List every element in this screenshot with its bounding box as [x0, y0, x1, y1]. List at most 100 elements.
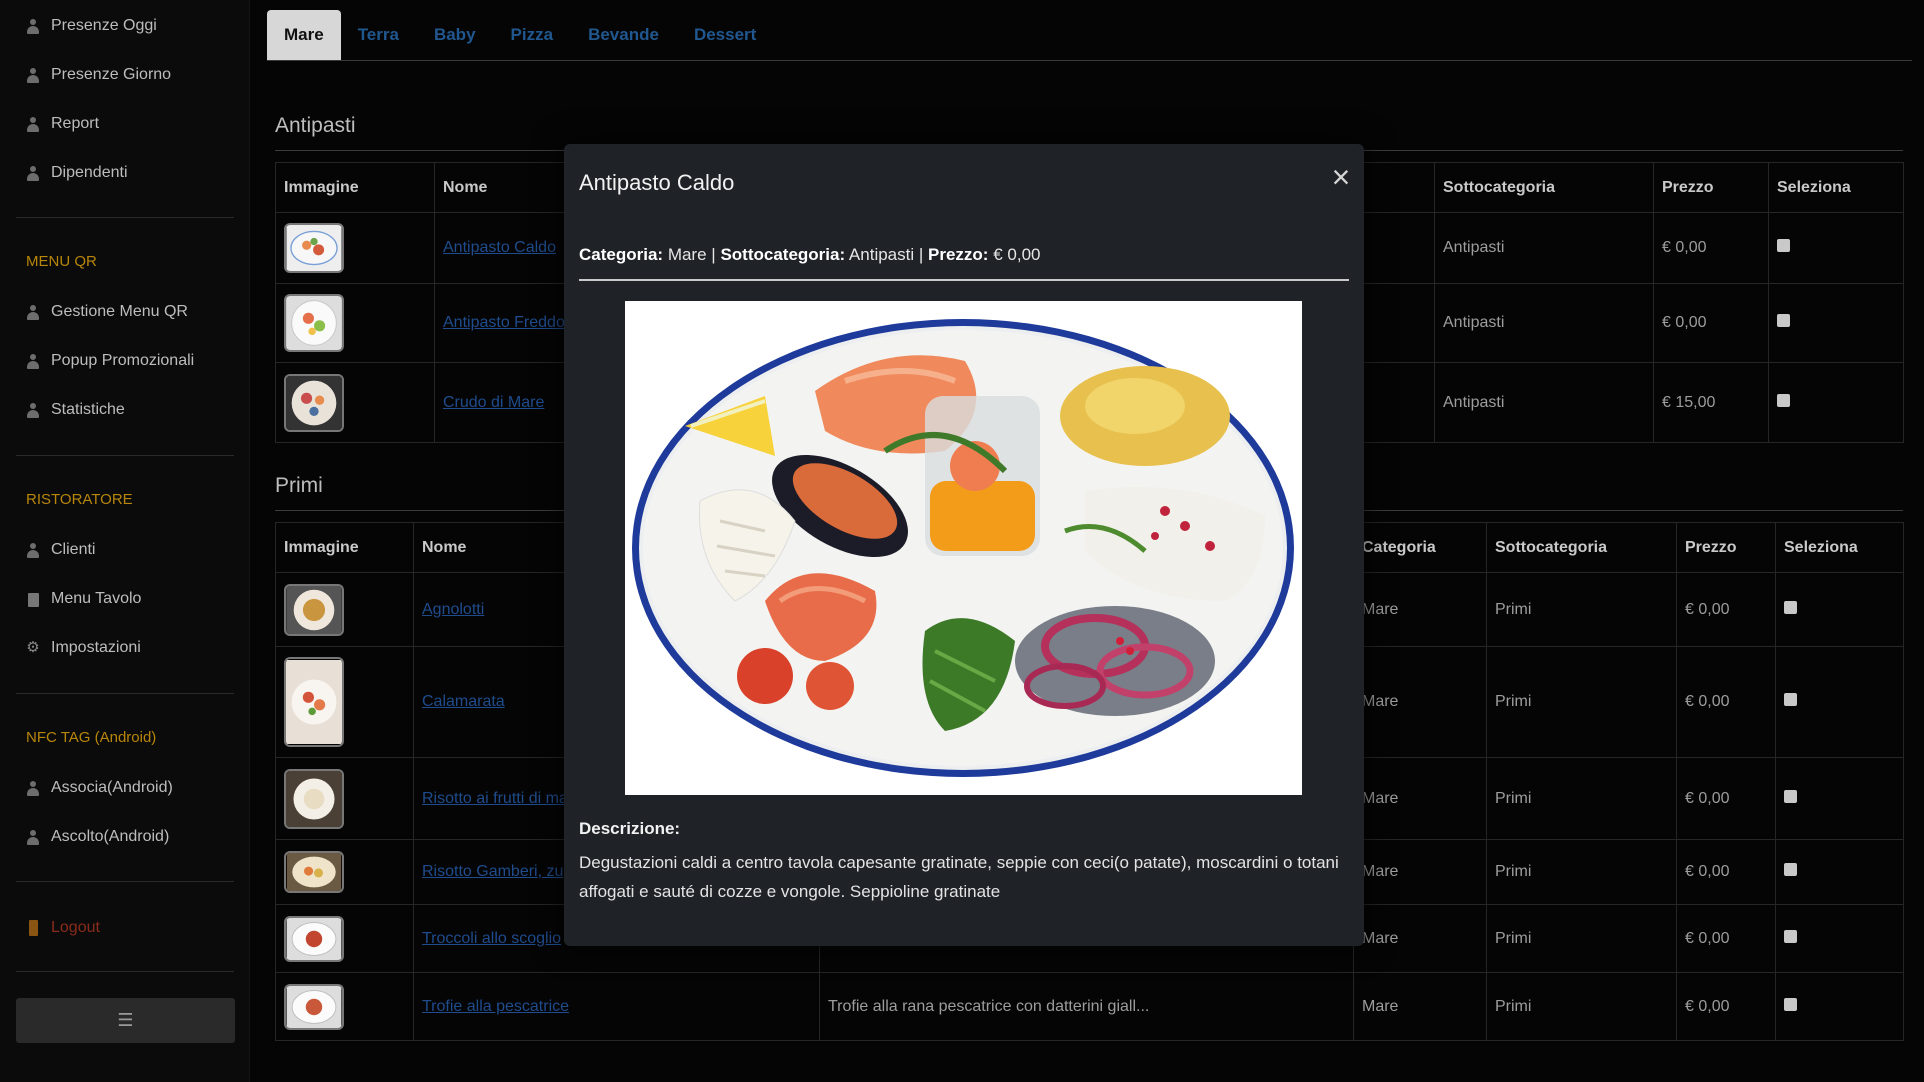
tabs-divider: [267, 60, 1912, 61]
price-cell: € 15,00: [1653, 362, 1769, 443]
dish-link[interactable]: Antipasto Freddo: [443, 314, 565, 331]
image-cell: [275, 212, 435, 284]
sidebar-toggle-button[interactable]: ☰: [16, 998, 235, 1043]
select-checkbox[interactable]: [1777, 314, 1790, 327]
close-icon[interactable]: ×: [1326, 161, 1356, 193]
dish-thumbnail[interactable]: [284, 851, 344, 893]
dish-thumbnail[interactable]: [284, 294, 344, 352]
user-icon: [26, 18, 40, 34]
dish-link[interactable]: Risotto Gamberi, zu: [422, 863, 563, 880]
dish-thumbnail[interactable]: [284, 583, 344, 636]
sidebar-item-statistiche[interactable]: Statistiche: [26, 398, 125, 422]
subcategory-cell: Primi: [1486, 972, 1677, 1041]
select-checkbox[interactable]: [1784, 929, 1797, 943]
tab-baby[interactable]: Baby: [417, 10, 494, 60]
column-header-seleziona: Seleziona: [1768, 162, 1904, 213]
dish-link[interactable]: Troccoli allo scoglio: [422, 930, 561, 947]
description-cell: Trofie alla rana pescatrice con datterin…: [819, 972, 1354, 1041]
dish-thumbnail[interactable]: [284, 768, 344, 829]
sidebar-item-label: Presenze Oggi: [51, 17, 157, 34]
tab-dessert[interactable]: Dessert: [677, 10, 774, 60]
sidebar-item-gestione-menu-qr[interactable]: Gestione Menu QR: [26, 300, 188, 324]
sidebar-heading-nfc: NFC TAG (Android): [26, 729, 157, 746]
dish-link[interactable]: Calamarata: [422, 693, 505, 710]
sidebar-item-associa[interactable]: Associa(Android): [26, 776, 173, 800]
sidebar-item-report[interactable]: Report: [26, 112, 99, 136]
dish-link[interactable]: Antipasto Caldo: [443, 239, 556, 256]
sidebar-item-clienti[interactable]: Clienti: [26, 538, 95, 562]
sidebar-item-label: Statistiche: [51, 401, 125, 418]
tab-pizza[interactable]: Pizza: [494, 10, 572, 60]
select-cell: [1775, 904, 1904, 973]
sidebar-item-dipendenti[interactable]: Dipendenti: [26, 161, 128, 185]
sidebar-divider: [16, 217, 234, 218]
dish-thumbnail[interactable]: [284, 657, 344, 747]
dish-link[interactable]: Agnolotti: [422, 601, 484, 618]
dish-thumbnail[interactable]: [284, 373, 344, 432]
category-tabs: Mare Terra Baby Pizza Bevande Dessert: [267, 10, 774, 60]
user-icon: [26, 542, 40, 558]
user-icon: [26, 829, 40, 845]
sidebar-item-presenze-giorno[interactable]: Presenze Giorno: [26, 63, 171, 87]
category-value: Mare: [667, 245, 707, 264]
user-icon: [26, 116, 40, 132]
select-checkbox[interactable]: [1784, 600, 1797, 614]
select-cell: [1775, 972, 1904, 1041]
sidebar-item-logout[interactable]: Logout: [26, 916, 100, 940]
select-checkbox[interactable]: [1777, 239, 1790, 252]
subcategory-cell: Primi: [1486, 757, 1677, 840]
sidebar-item-label: Ascolto(Android): [51, 828, 170, 845]
select-checkbox[interactable]: [1777, 393, 1790, 407]
image-cell: [275, 362, 435, 443]
dish-meta: Categoria: Mare | Sottocategoria: Antipa…: [579, 245, 1040, 265]
subcategory-cell: Primi: [1486, 646, 1677, 758]
sidebar-item-popup-promozionali[interactable]: Popup Promozionali: [26, 349, 194, 373]
sidebar-heading-ristoratore: RISTORATORE: [26, 491, 133, 508]
dish-link[interactable]: Risotto ai frutti di ma: [422, 790, 568, 807]
column-header-immagine: Immagine: [275, 162, 435, 213]
select-checkbox[interactable]: [1784, 997, 1797, 1011]
dish-link[interactable]: Crudo di Mare: [443, 394, 544, 411]
category-cell: Mare: [1353, 757, 1487, 840]
description-label: Descrizione:: [579, 819, 681, 838]
dish-thumbnail[interactable]: [284, 915, 344, 962]
image-cell: [275, 572, 414, 647]
price-label: Prezzo:: [928, 245, 989, 264]
price-cell: € 0,00: [1676, 572, 1776, 647]
category-cell: Mare: [1353, 646, 1487, 758]
section-title-primi: Primi: [275, 474, 323, 497]
sidebar-divider: [16, 455, 234, 456]
description-text: Degustazioni caldi a centro tavola capes…: [579, 853, 1339, 901]
sidebar-item-label: Clienti: [51, 541, 96, 558]
document-icon: [26, 591, 40, 607]
dish-thumbnail[interactable]: [284, 223, 344, 273]
subcategory-cell: Antipasti: [1434, 283, 1654, 363]
sidebar-divider: [16, 693, 234, 694]
tab-terra[interactable]: Terra: [341, 10, 417, 60]
sidebar-item-impostazioni[interactable]: ⚙ Impostazioni: [26, 636, 141, 660]
sidebar-item-label: Report: [51, 115, 100, 132]
sidebar-divider: [16, 881, 234, 882]
select-cell: [1768, 362, 1904, 443]
tab-mare[interactable]: Mare: [267, 10, 341, 60]
subcategory-cell: Antipasti: [1434, 212, 1654, 284]
price-cell: € 0,00: [1676, 972, 1776, 1041]
sidebar-heading-menu-qr: MENU QR: [26, 253, 97, 270]
select-cell: [1775, 572, 1904, 647]
select-checkbox[interactable]: [1784, 863, 1797, 876]
select-cell: [1775, 839, 1904, 905]
tab-bevande[interactable]: Bevande: [571, 10, 677, 60]
select-checkbox[interactable]: [1784, 693, 1797, 706]
sidebar-item-ascolto[interactable]: Ascolto(Android): [26, 825, 169, 849]
subcategory-cell: Antipasti: [1434, 362, 1654, 443]
sidebar-item-label: Presenze Giorno: [51, 66, 172, 83]
select-checkbox[interactable]: [1784, 789, 1797, 803]
sidebar-item-label: Logout: [51, 919, 100, 936]
dish-link[interactable]: Trofie alla pescatrice: [422, 998, 569, 1015]
menu-icon: ☰: [117, 1010, 134, 1030]
sidebar-item-presenze-oggi[interactable]: Presenze Oggi: [26, 14, 157, 38]
dish-thumbnail[interactable]: [284, 983, 344, 1030]
user-icon: [26, 353, 40, 369]
sidebar-item-menu-tavolo[interactable]: Menu Tavolo: [26, 587, 141, 611]
sidebar-item-label: Associa(Android): [51, 779, 173, 796]
